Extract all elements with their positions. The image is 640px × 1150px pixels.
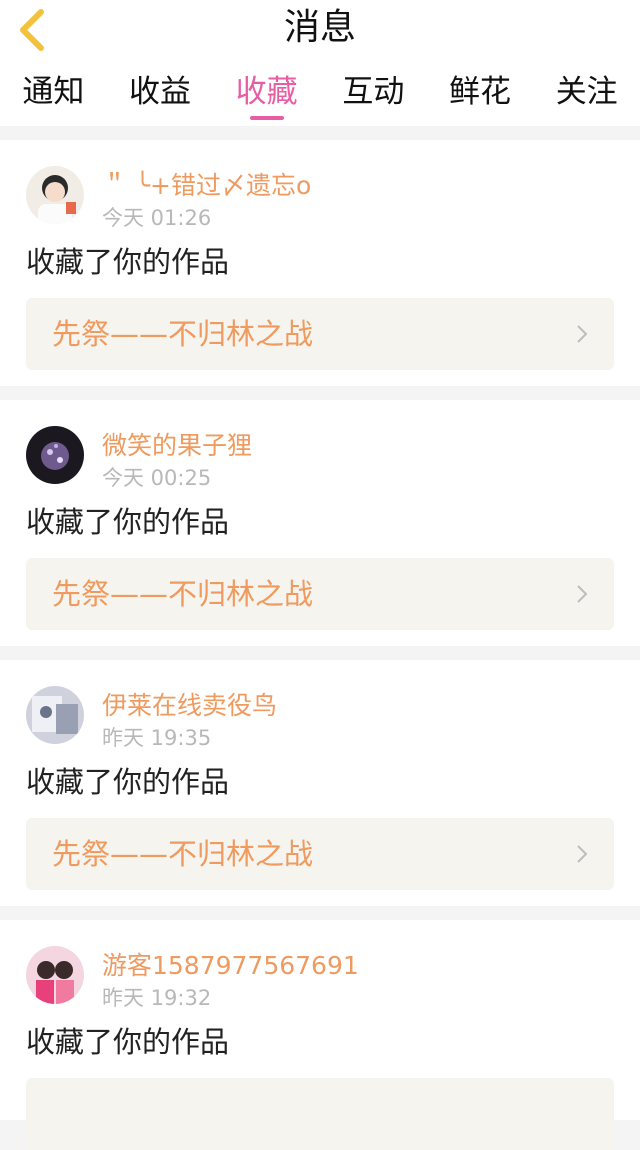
action-text: 收藏了你的作品 [26, 765, 230, 799]
avatar[interactable] [26, 946, 84, 1004]
avatar[interactable] [26, 166, 84, 224]
username[interactable]: 微笑的果子狸 [102, 426, 252, 462]
notification-list: ＂ ╰+错过〆遗忘o 今天 01:26 收藏了你的作品 先祭——不归林之战 微笑… [0, 126, 640, 1150]
work-title: 先祭——不归林之战 [52, 837, 314, 871]
timestamp: 今天 00:25 [102, 466, 212, 490]
tab-notifications[interactable]: 通知 [0, 64, 107, 126]
page-title: 消息 [283, 7, 356, 48]
tab-label: 互动 [342, 74, 405, 110]
tab-label: 关注 [555, 74, 618, 110]
action-text: 收藏了你的作品 [26, 245, 230, 279]
work-link[interactable]: 先祭——不归林之战 [26, 298, 614, 370]
active-tab-indicator [249, 116, 284, 120]
tab-label: 收藏 [235, 74, 298, 110]
username[interactable]: 游客1587977567691 [102, 946, 359, 982]
chevron-right-icon [577, 845, 588, 863]
work-link[interactable] [26, 1078, 614, 1150]
list-item: 游客1587977567691 昨天 19:32 收藏了你的作品 [0, 920, 640, 1150]
tab-label: 通知 [22, 74, 85, 110]
work-link[interactable]: 先祭——不归林之战 [26, 818, 614, 890]
username[interactable]: ＂ ╰+错过〆遗忘o [102, 166, 311, 202]
list-item: 伊莱在线卖役鸟 昨天 19:35 收藏了你的作品 先祭——不归林之战 [0, 660, 640, 906]
action-text: 收藏了你的作品 [26, 1025, 230, 1059]
list-item: ＂ ╰+错过〆遗忘o 今天 01:26 收藏了你的作品 先祭——不归林之战 [0, 140, 640, 386]
chevron-right-icon [577, 325, 588, 343]
list-item: 微笑的果子狸 今天 00:25 收藏了你的作品 先祭——不归林之战 [0, 400, 640, 646]
tab-interactions[interactable]: 互动 [320, 64, 427, 126]
tab-favorites[interactable]: 收藏 [213, 64, 320, 126]
tab-label: 收益 [129, 74, 191, 110]
tab-flowers[interactable]: 鲜花 [427, 64, 534, 126]
timestamp: 昨天 19:35 [102, 726, 212, 750]
action-text: 收藏了你的作品 [26, 505, 230, 539]
work-title: 先祭——不归林之战 [52, 577, 314, 611]
tab-earnings[interactable]: 收益 [107, 64, 214, 126]
tab-bar: 通知 收益 收藏 互动 鲜花 关注 [0, 64, 640, 126]
timestamp: 昨天 19:32 [102, 986, 212, 1010]
avatar[interactable] [26, 686, 84, 744]
chevron-right-icon [577, 585, 588, 603]
timestamp: 今天 01:26 [102, 206, 212, 230]
work-title: 先祭——不归林之战 [52, 317, 314, 351]
tab-label: 鲜花 [449, 74, 512, 110]
work-link[interactable]: 先祭——不归林之战 [26, 558, 614, 630]
avatar[interactable] [26, 426, 84, 484]
username[interactable]: 伊莱在线卖役鸟 [102, 686, 277, 722]
top-bar: 消息 [0, 0, 640, 64]
tab-following[interactable]: 关注 [533, 64, 640, 126]
